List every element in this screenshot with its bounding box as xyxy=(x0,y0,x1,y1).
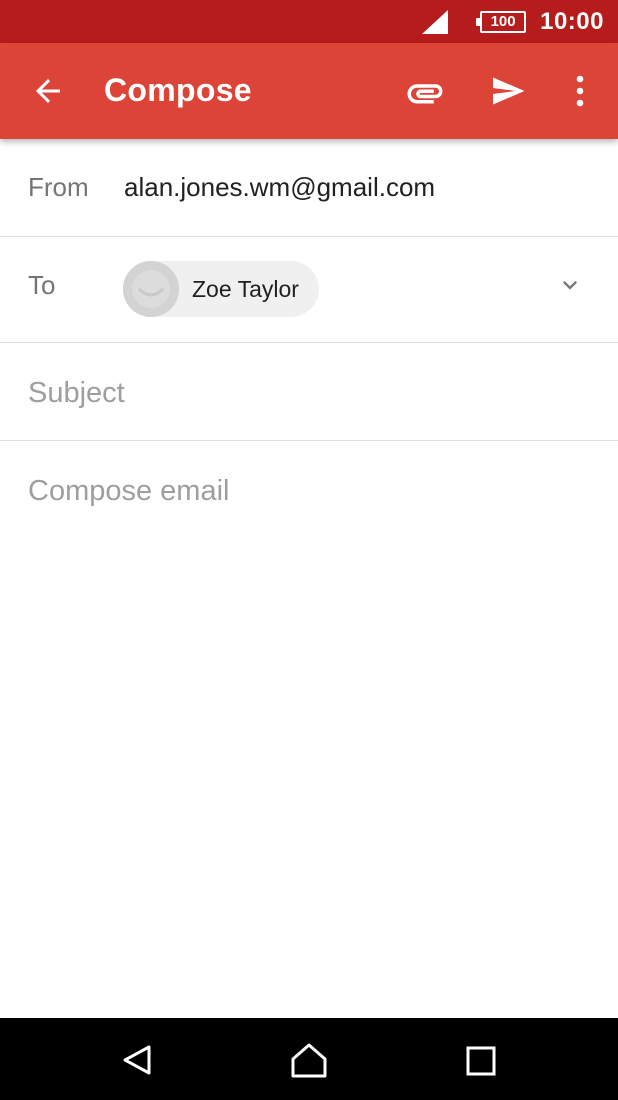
chevron-down-icon[interactable] xyxy=(556,271,584,299)
recipient-chip[interactable]: Zoe Taylor xyxy=(123,261,319,317)
nav-home-icon[interactable] xyxy=(290,1042,328,1078)
to-row[interactable]: To Zoe Taylor xyxy=(0,237,618,343)
navigation-bar xyxy=(0,1018,618,1100)
contact-avatar-icon xyxy=(123,261,179,317)
recipient-name: Zoe Taylor xyxy=(192,275,299,302)
attachment-icon[interactable] xyxy=(404,72,446,114)
nav-back-icon[interactable] xyxy=(121,1044,153,1076)
from-label: From xyxy=(28,172,89,202)
app-bar: Compose xyxy=(0,43,618,139)
nav-recents-icon[interactable] xyxy=(466,1046,496,1076)
from-account[interactable]: alan.jones.wm@gmail.com xyxy=(124,172,435,203)
compose-body-input[interactable] xyxy=(28,472,588,1012)
send-icon[interactable] xyxy=(488,73,528,109)
from-row[interactable]: From alan.jones.wm@gmail.com xyxy=(0,139,618,237)
cell-signal-icon xyxy=(422,9,449,34)
back-arrow-icon[interactable] xyxy=(30,73,66,109)
status-time: 10:00 xyxy=(540,7,604,35)
battery-level: 100 xyxy=(490,13,516,30)
to-label: To xyxy=(28,270,56,300)
more-vert-icon[interactable] xyxy=(566,73,594,109)
status-bar: 100 10:00 xyxy=(0,0,618,43)
subject-input[interactable] xyxy=(28,373,588,413)
page-title: Compose xyxy=(104,72,252,108)
subject-row xyxy=(0,343,618,441)
avatar xyxy=(123,261,179,317)
battery-icon: 100 xyxy=(476,10,527,33)
